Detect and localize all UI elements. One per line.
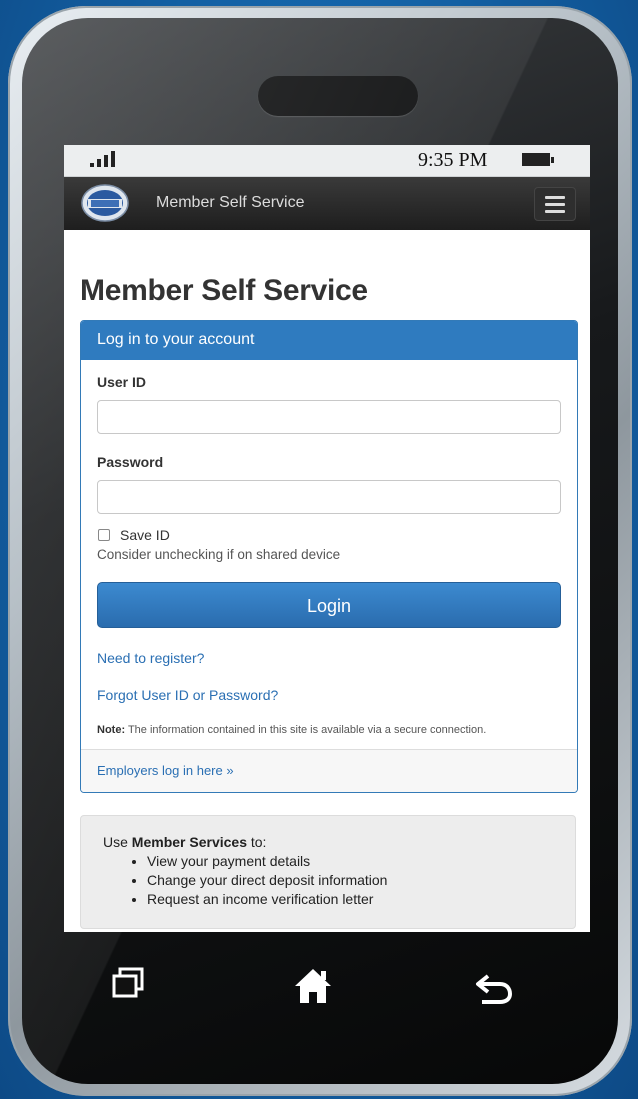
login-panel-footer: Employers log in here » <box>81 749 577 792</box>
phone-screen: 9:35 PM Member Self Service Member Self … <box>64 145 590 932</box>
save-id-label[interactable]: Save ID <box>120 527 170 543</box>
user-id-input[interactable] <box>97 400 561 434</box>
phone-speaker <box>258 76 418 116</box>
back-icon[interactable] <box>474 970 514 1006</box>
save-id-hint: Consider unchecking if on shared device <box>97 547 341 562</box>
main-content: Member Self Service Log in to your accou… <box>64 274 590 929</box>
intro-bold: Member Services <box>131 834 247 850</box>
intro-suffix: to: <box>246 834 267 850</box>
save-id-row: Save ID <box>97 527 561 543</box>
employers-login-link[interactable]: Employers log in here » <box>97 763 561 778</box>
member-services-info: Use Member Services to: View your paymen… <box>80 815 576 929</box>
user-id-label: User ID <box>97 374 147 390</box>
secure-connection-note: Note: The information contained in this … <box>97 724 561 749</box>
status-bar: 9:35 PM <box>64 145 590 177</box>
login-panel-body: User ID Password Save ID Consider unchec… <box>81 360 577 749</box>
member-services-list: View your payment details Change your di… <box>103 853 553 907</box>
hamburger-menu-icon[interactable] <box>534 187 576 221</box>
note-label: Note: <box>97 724 126 736</box>
logo-icon[interactable] <box>80 183 130 223</box>
login-panel: Log in to your account User ID Password … <box>80 320 578 793</box>
password-input[interactable] <box>97 480 561 514</box>
forgot-credentials-link[interactable]: Forgot User ID or Password? <box>97 687 561 703</box>
save-id-checkbox[interactable] <box>98 529 110 541</box>
list-item: Change your direct deposit information <box>147 872 553 888</box>
password-label: Password <box>97 454 164 470</box>
list-item: View your payment details <box>147 853 553 869</box>
status-time: 9:35 PM <box>418 149 488 171</box>
note-text: The information contained in this site i… <box>125 724 487 736</box>
app-bar-title: Member Self Service <box>156 194 305 211</box>
list-item: Request an income verification letter <box>147 891 553 907</box>
login-button[interactable]: Login <box>97 582 561 628</box>
home-icon[interactable] <box>292 966 334 1006</box>
intro-prefix: Use <box>103 834 132 850</box>
register-link[interactable]: Need to register? <box>97 650 561 666</box>
signal-icon <box>90 151 115 167</box>
recent-apps-icon[interactable] <box>111 966 145 1000</box>
member-services-intro: Use Member Services to: <box>103 834 553 850</box>
app-bar: Member Self Service <box>64 177 590 230</box>
login-panel-heading: Log in to your account <box>81 321 577 360</box>
battery-icon <box>522 153 554 166</box>
page-title: Member Self Service <box>80 274 368 307</box>
